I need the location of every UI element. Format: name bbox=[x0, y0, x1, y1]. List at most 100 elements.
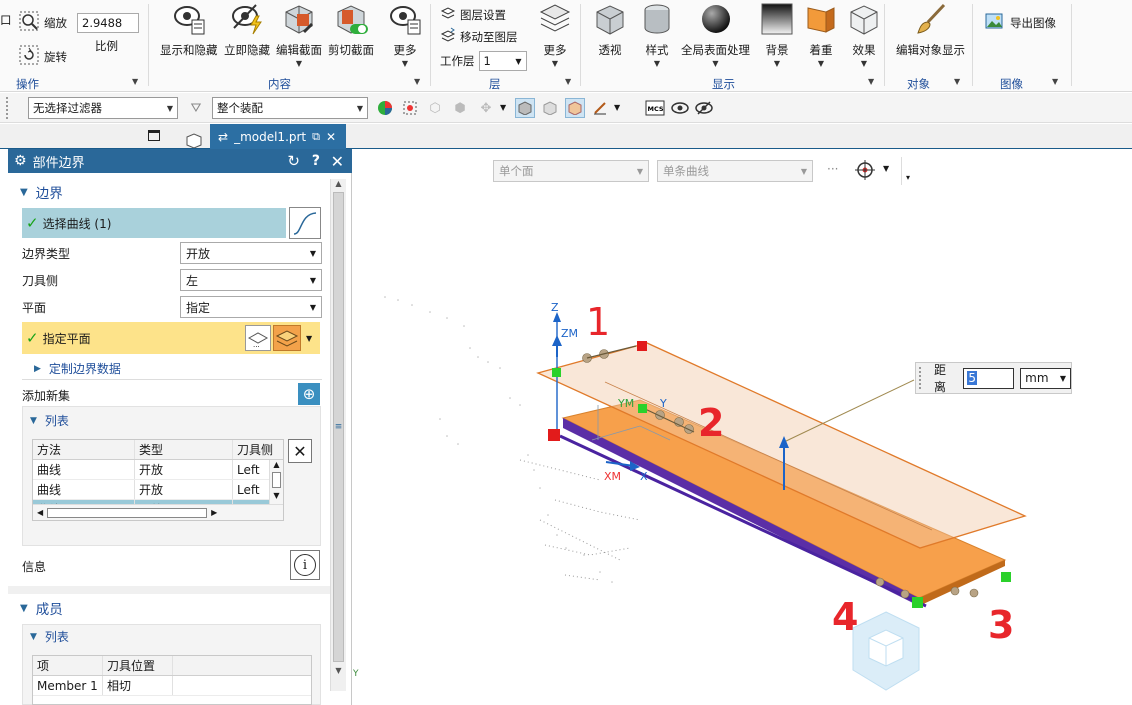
column-header[interactable]: 类型 bbox=[135, 440, 233, 459]
group-display-menu-icon[interactable]: ▼ bbox=[868, 77, 874, 86]
eye-show-icon[interactable] bbox=[670, 98, 690, 118]
vertex-green[interactable] bbox=[552, 368, 561, 377]
distance-unit-select[interactable]: mm ▼ bbox=[1020, 367, 1071, 389]
chevron-down-icon[interactable]: ▼ bbox=[306, 334, 312, 343]
plane-select[interactable]: 指定 ▼ bbox=[180, 296, 322, 318]
curve-tool-button[interactable] bbox=[289, 207, 321, 239]
vertex-red[interactable] bbox=[637, 341, 647, 351]
plane-dialog-button[interactable]: ... bbox=[245, 325, 271, 351]
delete-list-item-button[interactable]: ✕ bbox=[288, 439, 312, 463]
vertex-green[interactable] bbox=[1001, 572, 1011, 582]
members-list-header[interactable]: ▼ 列表 bbox=[30, 628, 69, 645]
group-content-menu-icon[interactable]: ▼ bbox=[414, 77, 420, 86]
hexagon-icon[interactable]: ⬡ bbox=[425, 98, 445, 118]
column-header[interactable]: 项 bbox=[33, 656, 103, 675]
group-object-menu-icon[interactable]: ▼ bbox=[954, 77, 960, 86]
measure-icon[interactable] bbox=[590, 98, 610, 118]
snap-icon[interactable]: ✥ bbox=[476, 98, 496, 118]
effects-button[interactable]: 效果 ▼ bbox=[847, 2, 881, 68]
shaded-cube-icon[interactable] bbox=[515, 98, 535, 118]
group-layer-menu-icon[interactable]: ▼ bbox=[565, 77, 571, 86]
edit-object-display-label: 编辑对象显示 bbox=[896, 43, 965, 57]
axis-zm-label: ZM bbox=[561, 327, 578, 340]
work-layer-select[interactable]: 1 ▼ bbox=[478, 51, 527, 71]
scroll-down-icon[interactable]: ▼ bbox=[331, 666, 346, 675]
pop-out-icon[interactable]: ⧉ bbox=[312, 130, 320, 144]
toolbar-grip[interactable] bbox=[6, 97, 20, 119]
style-button[interactable]: 样式 ▼ bbox=[640, 2, 674, 68]
zoom-control[interactable]: 缩放 2.9488 bbox=[18, 10, 139, 35]
column-header[interactable]: 方法 bbox=[33, 440, 135, 459]
assembly-scope-select[interactable]: 整个装配 ▼ bbox=[212, 97, 368, 119]
mcs-icon[interactable]: MCS bbox=[644, 98, 666, 118]
list-header[interactable]: ▼ 列表 bbox=[30, 412, 69, 429]
export-image-button[interactable]: 导出图像 bbox=[984, 10, 1056, 35]
boundary-type-select[interactable]: 开放 ▼ bbox=[180, 242, 322, 264]
section-members-header[interactable]: ▼ 成员 bbox=[20, 598, 63, 618]
orange-cube-icon[interactable] bbox=[565, 98, 585, 118]
left-cut-item[interactable]: 口 bbox=[0, 12, 12, 28]
help-icon[interactable]: ? bbox=[312, 153, 320, 169]
close-icon[interactable]: ✕ bbox=[326, 130, 336, 144]
tab-model1[interactable]: ⇄ _model1.prt ⧉ ✕ bbox=[210, 124, 346, 149]
dialog-scrollbar[interactable]: ▲ ≡ ▼ bbox=[330, 179, 346, 691]
immediate-hide-button[interactable]: 立即隐藏 bbox=[224, 2, 270, 58]
distance-input[interactable]: 5 bbox=[963, 367, 1015, 389]
select-curve-row[interactable]: ✓ 选择曲线 (1) bbox=[22, 208, 286, 238]
more-layer-button[interactable]: 更多 ▼ bbox=[538, 2, 572, 68]
funnel-icon[interactable]: ⛛ bbox=[186, 98, 206, 118]
global-shading-button[interactable]: 全局表面处理 ▼ bbox=[681, 2, 750, 68]
tool-side-row: 刀具侧 左 ▼ bbox=[22, 267, 322, 293]
vertex-red[interactable] bbox=[548, 429, 560, 441]
table-row[interactable]: 曲线 开放 Left bbox=[33, 460, 283, 480]
part-navigator-icon[interactable] bbox=[184, 132, 204, 149]
chevron-down-icon[interactable]: ▼ bbox=[614, 103, 620, 112]
collapse-icon: ▼ bbox=[20, 186, 28, 198]
selection-filter-select[interactable]: 无选择过滤器 ▼ bbox=[28, 97, 178, 119]
drag-grip[interactable] bbox=[919, 367, 922, 389]
inferred-plane-button[interactable] bbox=[273, 325, 301, 351]
column-header[interactable]: 刀具位置 bbox=[103, 656, 173, 675]
vertex-green[interactable] bbox=[638, 404, 647, 413]
chevron-down-icon[interactable]: ▼ bbox=[500, 103, 506, 112]
chevron-down-icon: ▼ bbox=[295, 59, 303, 68]
scene-3d[interactable]: Z ZM YM Y XM X 1 2 3 4 bbox=[353, 149, 1132, 705]
custom-boundary-header[interactable]: ▶ 定制边界数据 bbox=[34, 360, 121, 377]
restore-window-icon[interactable] bbox=[148, 130, 160, 141]
color-button[interactable]: 着重 ▼ bbox=[804, 2, 838, 68]
close-icon[interactable]: ✕ bbox=[331, 152, 344, 171]
wire-cube-icon bbox=[847, 2, 881, 36]
group-image-menu-icon[interactable]: ▼ bbox=[1052, 77, 1058, 86]
show-hide-button[interactable]: 显示和隐藏 bbox=[160, 2, 218, 58]
perspective-button[interactable]: 透视 bbox=[593, 2, 627, 58]
vertex-green[interactable] bbox=[912, 597, 923, 608]
info-button[interactable]: i bbox=[290, 550, 320, 580]
column-header[interactable]: 刀具侧 bbox=[233, 440, 283, 459]
add-set-button[interactable]: ⊕ bbox=[298, 383, 320, 405]
table-scrollbar[interactable]: ▲ ▼ bbox=[269, 460, 283, 504]
edit-object-display-button[interactable]: 编辑对象显示 bbox=[896, 2, 965, 58]
move-to-layer-button[interactable]: 移动至图层 bbox=[440, 27, 518, 46]
pie-color-icon[interactable] bbox=[375, 98, 395, 118]
more-content-button[interactable]: 更多 ▼ bbox=[388, 2, 422, 68]
scroll-up-icon[interactable]: ▲ bbox=[331, 179, 346, 188]
scroll-thumb[interactable]: ≡ bbox=[333, 192, 344, 662]
table-h-scrollbar[interactable]: ◀ ▶ bbox=[33, 504, 283, 520]
table-row[interactable]: Member 1 相切 bbox=[33, 676, 311, 696]
reset-icon[interactable]: ↻ bbox=[287, 152, 300, 170]
light-cube-icon[interactable] bbox=[540, 98, 560, 118]
clip-section-button[interactable]: 剪切截面 bbox=[328, 2, 374, 58]
tool-side-select[interactable]: 左 ▼ bbox=[180, 269, 322, 291]
edit-section-button[interactable]: 编辑截面 ▼ bbox=[276, 2, 322, 68]
zoom-input[interactable]: 2.9488 bbox=[77, 12, 139, 33]
layer-settings-button[interactable]: 图层设置 bbox=[440, 5, 506, 24]
group-operate-menu-icon[interactable]: ▼ bbox=[132, 77, 138, 86]
multi-cube-icon[interactable]: ⬢ bbox=[450, 98, 470, 118]
rotate-button[interactable]: 旋转 bbox=[18, 44, 67, 69]
chevron-down-icon: ▼ bbox=[653, 59, 661, 68]
eye-hide-icon[interactable] bbox=[694, 98, 714, 118]
section-boundary-header[interactable]: ▼ 边界 bbox=[20, 182, 63, 202]
background-button[interactable]: 背景 ▼ bbox=[760, 2, 794, 68]
select-feature-icon[interactable] bbox=[400, 98, 420, 118]
table-row[interactable]: 曲线 开放 Left bbox=[33, 480, 283, 500]
